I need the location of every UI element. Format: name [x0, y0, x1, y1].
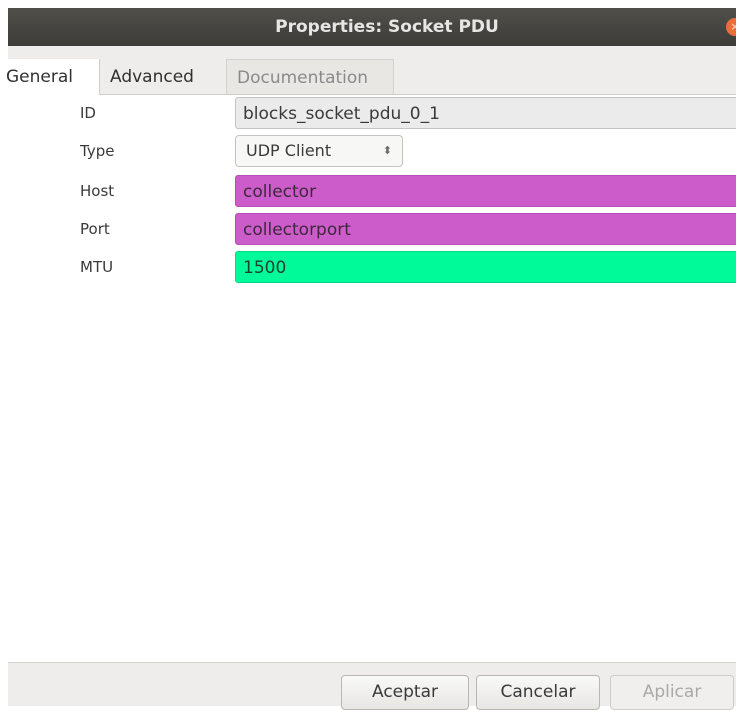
port-label: Port: [80, 220, 110, 238]
title-bar[interactable]: Properties: Socket PDU ×: [8, 8, 736, 46]
property-row-id: ID blocks_socket_pdu_0_1: [8, 95, 736, 131]
property-row-type: Type UDP Client ⬍: [8, 133, 736, 169]
port-field[interactable]: collectorport: [235, 213, 736, 245]
properties-dialog: Properties: Socket PDU × General Advance…: [0, 8, 736, 710]
close-icon[interactable]: ×: [726, 18, 736, 36]
host-field[interactable]: collector: [235, 175, 736, 207]
property-row-host: Host collector: [8, 173, 736, 209]
property-row-port: Port collectorport: [8, 211, 736, 247]
tab-documentation[interactable]: Documentation: [226, 59, 394, 95]
tab-general[interactable]: General: [0, 59, 100, 95]
up-down-arrows-icon: ⬍: [382, 144, 392, 157]
type-select[interactable]: UDP Client ⬍: [235, 135, 403, 167]
tab-advanced[interactable]: Advanced: [102, 59, 226, 95]
id-label: ID: [80, 104, 96, 122]
tab-bar: General Advanced Documentation: [0, 59, 736, 95]
property-row-mtu: MTU 1500: [8, 249, 736, 285]
window-title: Properties: Socket PDU: [275, 17, 499, 37]
host-label: Host: [80, 182, 115, 200]
id-field[interactable]: blocks_socket_pdu_0_1: [235, 97, 736, 129]
mtu-field[interactable]: 1500: [235, 251, 736, 283]
type-label: Type: [80, 142, 115, 160]
mtu-label: MTU: [80, 258, 114, 276]
general-panel: ID blocks_socket_pdu_0_1 Type UDP Client…: [8, 95, 736, 662]
button-bar: Aceptar Cancelar Aplicar: [8, 662, 736, 710]
type-select-value: UDP Client: [246, 141, 332, 160]
